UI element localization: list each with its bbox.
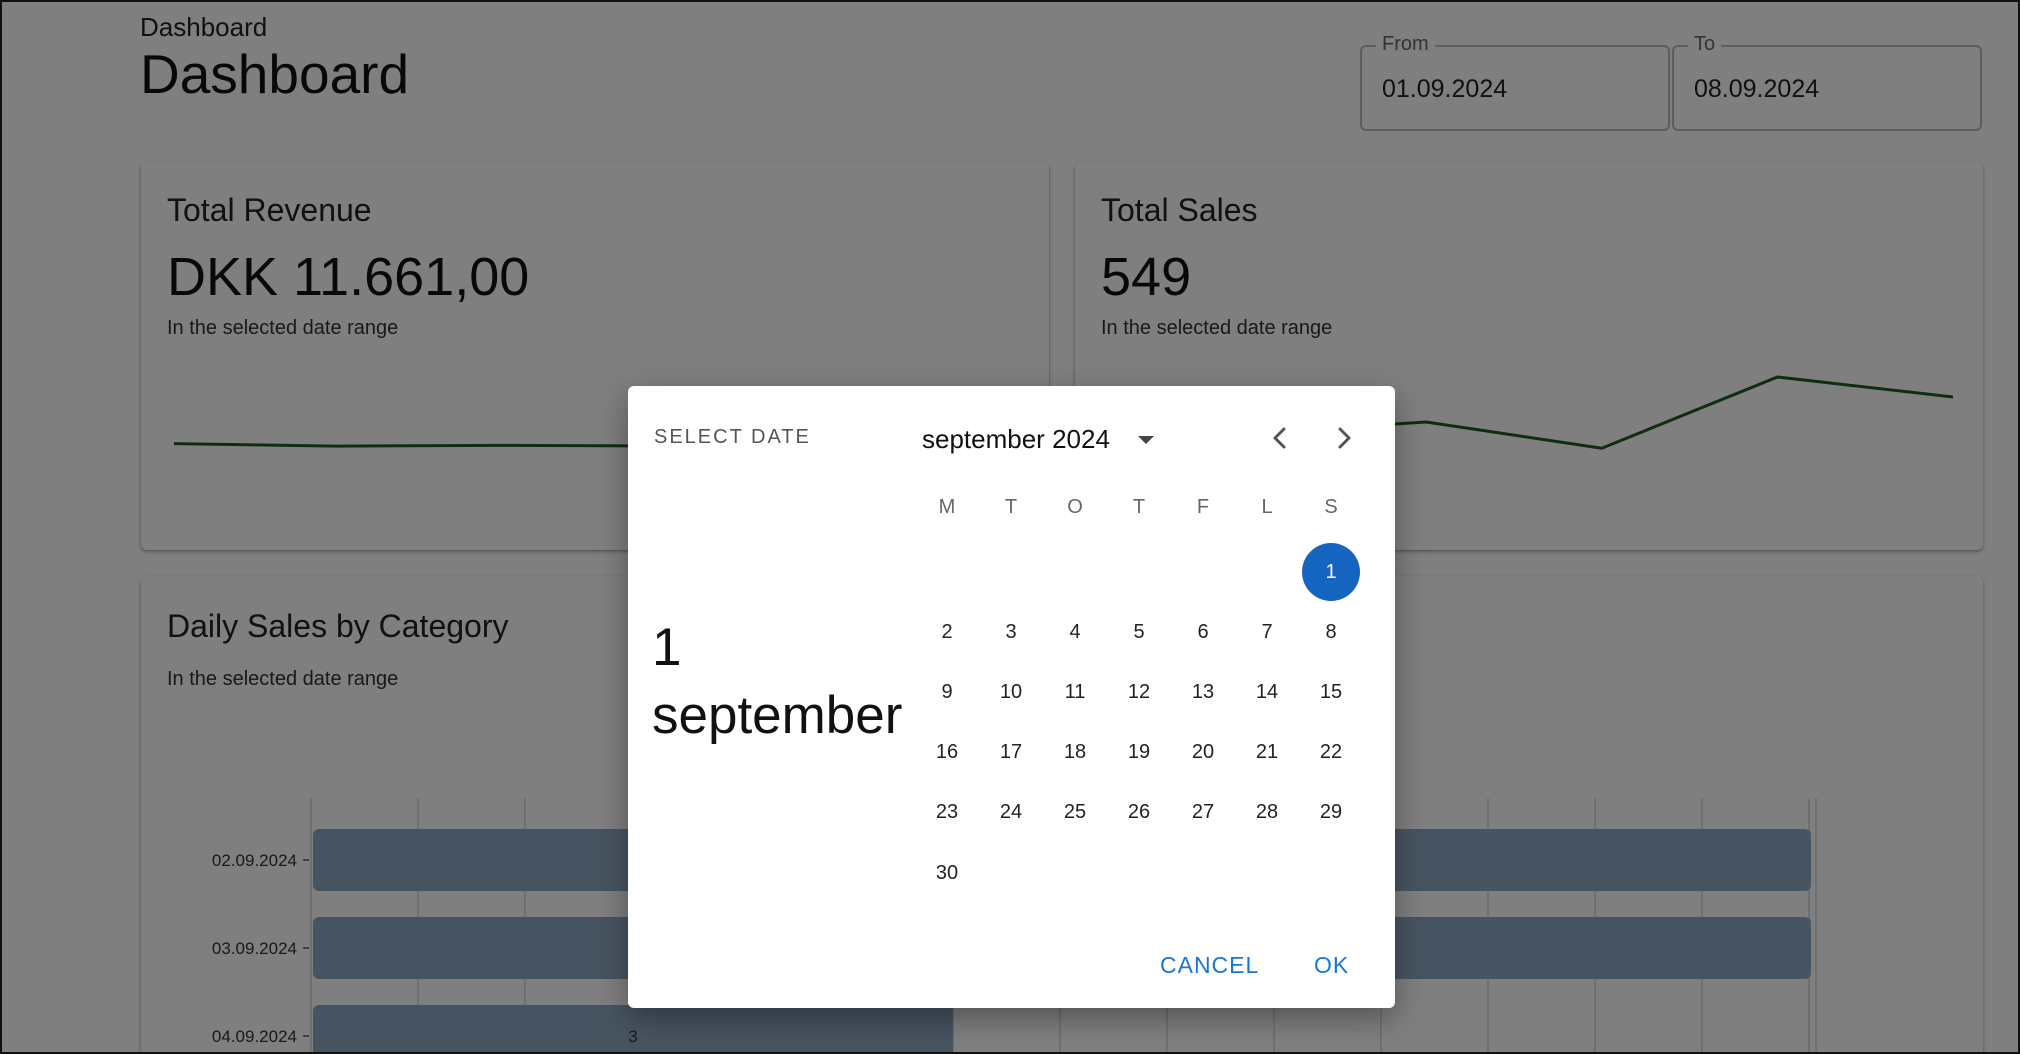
calendar-day[interactable]: 18 [1046,723,1104,781]
selected-date-display: 1 september [652,614,902,750]
dialog-caption: SELECT DATE [654,426,811,448]
chevron-left-icon [1273,427,1286,449]
calendar-day[interactable]: 27 [1174,783,1232,841]
ok-button[interactable]: OK [1314,952,1349,979]
calendar-day[interactable]: 28 [1238,783,1296,841]
weekday-label: O [1067,496,1083,518]
selected-day: 1 [652,618,682,677]
weekday-label: T [1132,496,1146,518]
calendar-day-selected[interactable]: 1 [1302,543,1360,601]
calendar-day[interactable]: 24 [982,783,1040,841]
calendar-day[interactable]: 22 [1302,723,1360,781]
selected-month: september [652,686,903,745]
calendar-day[interactable]: 2 [918,603,976,661]
cancel-button[interactable]: CANCEL [1160,952,1259,979]
month-year-label[interactable]: september 2024 [922,424,1110,455]
calendar-day[interactable]: 11 [1046,663,1104,721]
calendar-day[interactable]: 9 [918,663,976,721]
calendar-day[interactable]: 16 [918,723,976,781]
calendar-day[interactable]: 19 [1110,723,1168,781]
app-frame: Dashboard Dashboard From 01.09.2024 To 0… [0,0,2020,1054]
calendar-day[interactable]: 12 [1110,663,1168,721]
calendar-day[interactable]: 25 [1046,783,1104,841]
previous-month-button[interactable] [1262,420,1298,456]
calendar-day[interactable]: 13 [1174,663,1232,721]
calendar-day[interactable]: 6 [1174,603,1232,661]
calendar-day[interactable]: 10 [982,663,1040,721]
calendar-day[interactable]: 17 [982,723,1040,781]
caret-down-icon[interactable] [1138,436,1154,444]
weekday-label: F [1196,496,1210,518]
calendar-day[interactable]: 14 [1238,663,1296,721]
calendar-day[interactable]: 7 [1238,603,1296,661]
calendar-day[interactable]: 30 [918,844,976,902]
chevron-right-icon [1338,427,1351,449]
weekday-label: L [1261,496,1273,518]
calendar-day[interactable]: 23 [918,783,976,841]
calendar-day[interactable]: 5 [1110,603,1168,661]
next-month-button[interactable] [1326,420,1362,456]
calendar-day[interactable]: 8 [1302,603,1360,661]
calendar-day[interactable]: 21 [1238,723,1296,781]
calendar-day[interactable]: 15 [1302,663,1360,721]
calendar-day[interactable]: 26 [1110,783,1168,841]
calendar-day[interactable]: 3 [982,603,1040,661]
weekday-label: T [1004,496,1018,518]
weekday-label: S [1324,496,1338,518]
calendar-day[interactable]: 20 [1174,723,1232,781]
calendar-day[interactable]: 4 [1046,603,1104,661]
calendar-day[interactable]: 29 [1302,783,1360,841]
weekday-label: M [938,496,956,518]
date-picker-dialog: SELECT DATE 1 september september 2024 M… [628,386,1395,1008]
